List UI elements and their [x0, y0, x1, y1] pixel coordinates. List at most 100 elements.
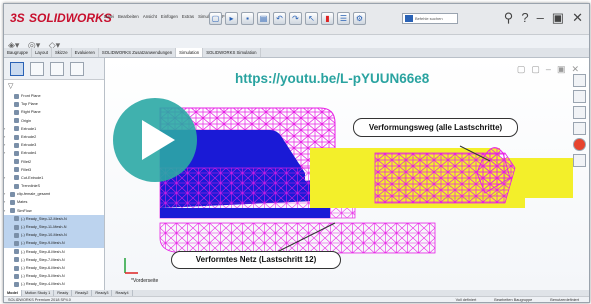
feature-manager-panel: ▽ Front Plane Top Plane Right Plane Orig…: [4, 58, 105, 290]
status-units[interactable]: Benutzerdefiniert: [550, 297, 579, 302]
rebuild-icon[interactable]: ▮: [321, 12, 334, 25]
tab-layout[interactable]: Layout: [32, 48, 52, 57]
restore-view-icon[interactable]: ▣: [557, 64, 566, 75]
view-orientation-label: *Vorderseite: [131, 278, 159, 284]
blue-bottom-strip: [160, 208, 330, 218]
mates-icon: [10, 200, 15, 206]
tree-item[interactable]: (-) Ready_Step-12-Mesh-N: [4, 214, 104, 223]
mesh-part-icon: [14, 216, 19, 222]
configuration-manager-tab-icon[interactable]: [50, 62, 64, 76]
home-icon[interactable]: [572, 74, 586, 87]
graphics-area[interactable]: https://youtu.be/L-pYUUN66e8 ▢ ▢ – ▣ ✕ V…: [105, 58, 589, 290]
plane-icon: [14, 101, 19, 107]
appearances-icon[interactable]: [572, 138, 586, 151]
cut-extrude-icon: [14, 175, 19, 181]
new-document-icon[interactable]: ▢: [209, 12, 222, 25]
custom-properties-icon[interactable]: [572, 154, 586, 167]
tree-item[interactable]: (-) Ready_Step-7-Mesh-N: [4, 256, 104, 264]
tree-item[interactable]: (-) Ready_Step-5-Mesh-N: [4, 272, 104, 280]
tree-item[interactable]: Front Plane: [4, 92, 104, 100]
fillet-icon: [14, 159, 19, 165]
help-button[interactable]: ?: [521, 10, 528, 26]
redo-icon[interactable]: ↷: [289, 12, 302, 25]
tree-item[interactable]: › Extrude1: [4, 125, 104, 133]
search-placeholder: Befehle suchen: [415, 16, 443, 21]
plane-icon: [14, 93, 19, 99]
part-icon: [10, 191, 15, 197]
property-manager-tab-icon[interactable]: [30, 62, 44, 76]
menu-ansicht[interactable]: Ansicht: [143, 14, 157, 19]
menu-einfuegen[interactable]: Einfügen: [161, 14, 178, 19]
split-view2-icon[interactable]: ▢: [531, 64, 540, 75]
menu-extras[interactable]: Extras: [182, 14, 194, 19]
user-icon[interactable]: ⚲: [504, 10, 514, 26]
tab-baugruppe[interactable]: Baugruppe: [4, 48, 33, 57]
quick-access-toolbar: ▢ ▸ ▪ ▤ ↶ ↷ ↖ ▮ ☰ ⚙: [209, 12, 366, 25]
tree-item[interactable]: › Extrude4: [4, 149, 104, 157]
design-library-icon[interactable]: [572, 106, 586, 119]
tab-skizze[interactable]: Skizze: [52, 48, 72, 57]
video-url: https://youtu.be/L-pYUUN66e8: [235, 71, 430, 86]
app-logo: 3S SOLIDWORKS: [10, 11, 112, 25]
tree-item[interactable]: TrennlinieS: [4, 182, 104, 190]
tree-item[interactable]: (-) Ready_Step-8-Mesh-N: [4, 248, 104, 256]
mesh-part-icon: [14, 273, 19, 279]
tree-item[interactable]: Right Plane: [4, 108, 104, 116]
file-properties-icon[interactable]: ☰: [337, 12, 350, 25]
tree-item[interactable]: › Extrude2: [4, 133, 104, 141]
split-line-icon: [14, 183, 19, 189]
print-icon[interactable]: ▤: [257, 12, 270, 25]
tab-simulation[interactable]: Simulation: [176, 48, 204, 57]
tab-zusatzanwendungen[interactable]: SOLIDWORKS Zusatzanwendungen: [99, 48, 177, 57]
tree-item[interactable]: Top Plane: [4, 100, 104, 108]
filter-icon[interactable]: ▽: [8, 82, 13, 90]
undo-icon[interactable]: ↶: [273, 12, 286, 25]
command-manager-tabs: Baugruppe Layout Skizze Evaluieren SOLID…: [4, 48, 589, 58]
extrude-icon: [14, 142, 19, 148]
title-bar: 3S SOLIDWORKS Datei Bearbeiten Ansicht E…: [4, 4, 589, 35]
feature-manager-tabs: [4, 58, 104, 80]
tree-item[interactable]: Origin: [4, 117, 104, 125]
options-gear-icon[interactable]: ⚙: [353, 12, 366, 25]
tree-item[interactable]: (-) Ready_Step-6-Mesh-N: [4, 264, 104, 272]
fillet-icon: [14, 167, 19, 173]
mesh-bottom: [159, 222, 436, 254]
file-explorer-icon[interactable]: [572, 122, 586, 135]
tree-item[interactable]: Fillet3: [4, 166, 104, 174]
tab-evaluieren[interactable]: Evaluieren: [72, 48, 99, 57]
save-icon[interactable]: ▪: [241, 12, 254, 25]
tree-item[interactable]: Fillet2: [4, 158, 104, 166]
restore-icon[interactable]: ▣: [552, 10, 564, 26]
tree-item[interactable]: › Extrude3: [4, 141, 104, 149]
close-icon[interactable]: ✕: [572, 10, 583, 26]
select-icon[interactable]: ↖: [305, 12, 318, 25]
mesh-part-icon: [14, 232, 19, 238]
open-file-icon[interactable]: ▸: [225, 12, 238, 25]
search-scope-icon: [405, 15, 413, 22]
search-box[interactable]: Befehle suchen: [402, 13, 458, 24]
callout-deformation-path: Verformungsweg (alle Lastschritte): [353, 118, 518, 137]
tree-item[interactable]: (-) Ready_Step-9-Mesh-N: [4, 239, 104, 248]
minimize-view-icon[interactable]: –: [546, 64, 551, 75]
tree-item[interactable]: › SimFlow: [4, 207, 104, 215]
feature-tree-tab-icon[interactable]: [10, 62, 24, 76]
tree-item[interactable]: › Cut-Extrude1: [4, 174, 104, 182]
tree-item[interactable]: › Mates: [4, 198, 104, 206]
mesh-part-icon: [14, 281, 19, 287]
origin-icon: [14, 118, 19, 124]
menu-bearbeiten[interactable]: Bearbeiten: [118, 14, 139, 19]
minimize-icon[interactable]: –: [537, 10, 544, 26]
resources-icon[interactable]: [572, 90, 586, 103]
extrude-icon: [14, 134, 19, 140]
tree-item[interactable]: (-) Ready_Step-11-Mesh-N: [4, 223, 104, 232]
tab-solidworks-simulation[interactable]: SOLIDWORKS Simulation: [203, 48, 261, 57]
menu-datei[interactable]: Datei: [104, 14, 114, 19]
folder-icon: [10, 208, 15, 214]
split-view-icon[interactable]: ▢: [517, 64, 526, 75]
tree-item[interactable]: (-) Ready_Step-4-Mesh-N: [4, 280, 104, 288]
tree-item[interactable]: (-) Ready_Step-10-Mesh-N: [4, 231, 104, 240]
mesh-part-icon: [14, 224, 19, 230]
extrude-icon: [14, 126, 19, 132]
tree-item[interactable]: › clip-female_gesamt: [4, 190, 104, 198]
dimxpert-tab-icon[interactable]: [70, 62, 84, 76]
